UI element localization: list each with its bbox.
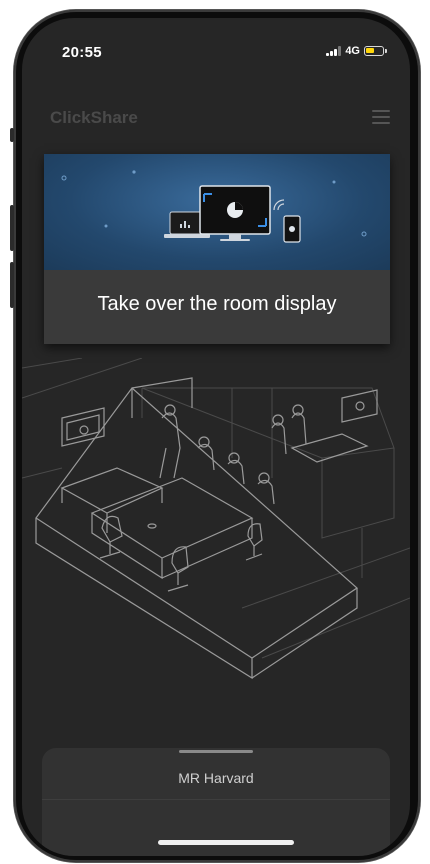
hero-illustration [61, 170, 367, 243]
card-title: Take over the room display [97, 293, 337, 315]
wireless-icon [273, 199, 285, 211]
take-over-display-card[interactable]: Take over the room display [44, 154, 390, 344]
sheet-grabber[interactable] [179, 750, 253, 753]
network-type: 4G [345, 45, 360, 57]
battery-icon [364, 46, 387, 56]
battery-level [366, 48, 374, 53]
screen: 20:55 4G ClickShare Take over the room d… [22, 18, 410, 856]
battery-nub [385, 49, 387, 53]
volume-up-button [10, 205, 14, 251]
app-header: ClickShare [22, 100, 410, 140]
monitor-icon [199, 185, 271, 241]
meeting-room-illustration [22, 358, 410, 680]
signal-icon [326, 46, 342, 56]
silent-switch [10, 128, 14, 142]
sheet-divider [42, 799, 390, 800]
status-bar: 20:55 4G [22, 18, 410, 72]
hamburger-menu-icon[interactable] [370, 106, 394, 128]
status-indicators: 4G [326, 45, 387, 57]
status-time: 20:55 [62, 44, 102, 61]
app-brand: ClickShare [50, 108, 138, 127]
volume-down-button [10, 262, 14, 308]
room-name: MR Harvard [178, 770, 254, 786]
card-hero-image [44, 154, 390, 270]
home-indicator[interactable] [158, 840, 294, 845]
phone-icon [283, 215, 301, 243]
